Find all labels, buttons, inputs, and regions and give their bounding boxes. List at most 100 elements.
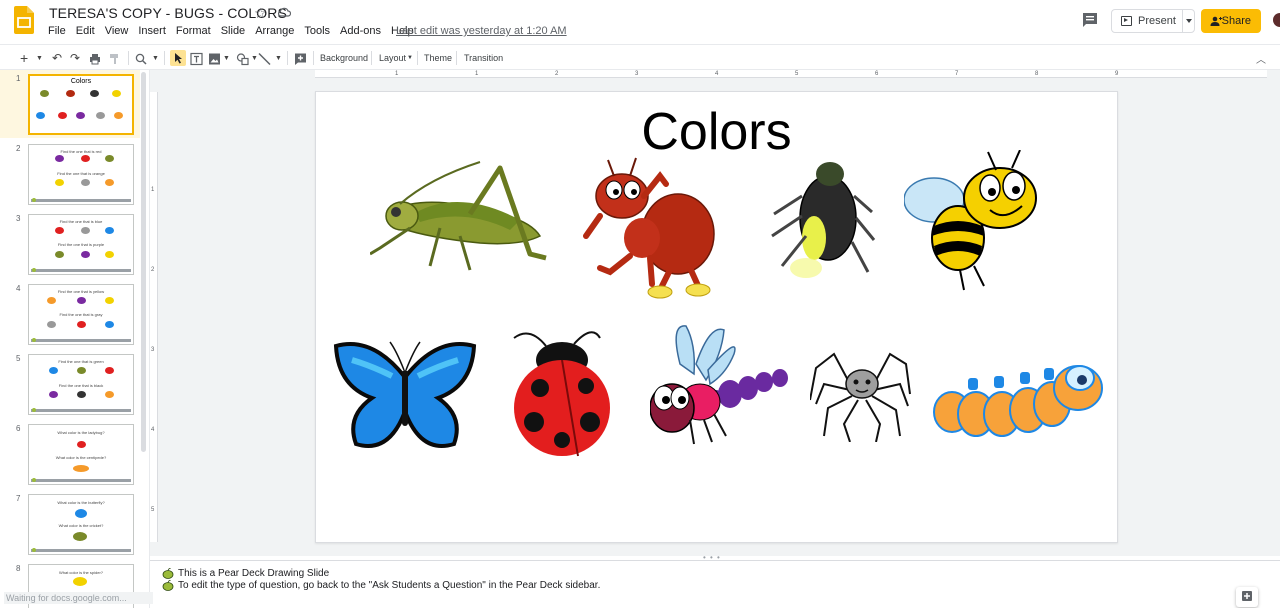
menu-file[interactable]: File bbox=[48, 25, 66, 37]
last-edit-link[interactable]: Last edit was yesterday at 1:20 AM bbox=[396, 25, 567, 37]
butterfly-image[interactable] bbox=[332, 336, 478, 460]
menu-tools[interactable]: Tools bbox=[304, 25, 330, 37]
transition-button[interactable]: Transition bbox=[464, 50, 503, 66]
thumb-bug bbox=[81, 155, 90, 162]
ruler-tick: 2 bbox=[151, 267, 155, 273]
zoom-icon[interactable] bbox=[135, 51, 147, 67]
slide-thumbnail-2[interactable]: Find the one that is red Find the one th… bbox=[28, 144, 134, 205]
ant-image[interactable] bbox=[580, 156, 720, 302]
thumb-bug bbox=[105, 251, 114, 258]
pear-deck-icon bbox=[162, 580, 174, 591]
star-icon[interactable]: ☆ bbox=[254, 5, 267, 22]
thumb-title: What color is the butterfly? bbox=[57, 500, 105, 505]
menu-arrange[interactable]: Arrange bbox=[255, 25, 294, 37]
add-comment-icon[interactable] bbox=[294, 51, 307, 67]
menu-edit[interactable]: Edit bbox=[76, 25, 95, 37]
thumb-bug bbox=[73, 465, 89, 472]
slide-number: 5 bbox=[16, 354, 21, 363]
collapse-chevron-up-icon[interactable]: ︿ bbox=[1256, 51, 1266, 66]
insert-image-icon[interactable] bbox=[208, 51, 221, 67]
shape-icon[interactable] bbox=[236, 51, 249, 67]
caterpillar-image[interactable] bbox=[932, 352, 1106, 448]
present-button[interactable]: Present bbox=[1111, 9, 1195, 33]
document-title[interactable]: TERESA'S COPY - BUGS - COLORS bbox=[49, 5, 287, 21]
thumb-bug bbox=[96, 112, 105, 119]
undo-icon[interactable]: ↶ bbox=[52, 50, 62, 66]
pear-deck-icon bbox=[32, 478, 36, 482]
menu-format[interactable]: Format bbox=[176, 25, 211, 37]
thumb-bug bbox=[58, 112, 67, 119]
thumb-bug bbox=[47, 321, 56, 328]
thumb-title: What color is the ladybug? bbox=[57, 430, 105, 435]
thumb-bug bbox=[105, 155, 114, 162]
thumb-bug bbox=[73, 532, 87, 541]
slide-thumbnail-4[interactable]: Find the one that is yellow Find the one… bbox=[28, 284, 134, 345]
slide-thumbnail-5[interactable]: Find the one that is green Find the one … bbox=[28, 354, 134, 415]
ruler-tick: 5 bbox=[151, 507, 155, 513]
present-dropdown-icon[interactable] bbox=[1186, 19, 1192, 23]
slide-thumbnail-3[interactable]: Find the one that is blue Find the one t… bbox=[28, 214, 134, 275]
explore-icon bbox=[1242, 591, 1252, 601]
redo-icon[interactable]: ↷ bbox=[70, 50, 80, 66]
grasshopper-image[interactable] bbox=[370, 158, 556, 274]
thumb-subtitle: What color is the centipede? bbox=[55, 455, 107, 460]
thumb-bug bbox=[55, 227, 64, 234]
thumb-title: Colors bbox=[70, 78, 92, 85]
user-avatar[interactable] bbox=[1273, 13, 1280, 27]
slide-filmstrip: 1 Colors 2 Find the one that is red Find… bbox=[0, 70, 150, 608]
theme-button[interactable]: Theme bbox=[424, 50, 452, 66]
layout-label: Layout bbox=[379, 53, 407, 63]
thumb-bug bbox=[112, 90, 121, 97]
pear-deck-icon bbox=[162, 568, 174, 579]
ruler-tick: 3 bbox=[635, 71, 639, 77]
thumb-bug bbox=[55, 251, 64, 258]
thumb-pear-deck-bar bbox=[31, 409, 131, 412]
new-slide-dropdown-icon[interactable]: ▼ bbox=[36, 50, 43, 66]
line-icon[interactable] bbox=[258, 51, 271, 67]
slides-logo-icon[interactable] bbox=[14, 6, 34, 34]
menu-view[interactable]: View bbox=[105, 25, 129, 37]
image-dropdown-icon[interactable]: ▼ bbox=[223, 50, 230, 66]
slide-thumbnail-7[interactable]: What color is the butterfly? What color … bbox=[28, 494, 134, 555]
text-box-icon[interactable] bbox=[190, 51, 203, 67]
thumb-bug bbox=[105, 297, 114, 304]
thumb-bug bbox=[73, 577, 87, 586]
bee-image[interactable] bbox=[904, 150, 1044, 294]
menu-insert[interactable]: Insert bbox=[138, 25, 166, 37]
thumb-bug bbox=[81, 251, 90, 258]
thumb-bug bbox=[55, 179, 64, 186]
menu-slide[interactable]: Slide bbox=[221, 25, 245, 37]
ruler-tick: 5 bbox=[795, 71, 799, 77]
spider-image[interactable] bbox=[810, 344, 914, 442]
layout-dropdown-icon: ▼ bbox=[407, 55, 413, 61]
slide-thumbnail-1[interactable]: Colors bbox=[28, 74, 134, 135]
ruler-tick: 1 bbox=[475, 71, 479, 77]
ladybug-image[interactable] bbox=[510, 322, 616, 458]
current-slide[interactable]: Colors bbox=[315, 91, 1118, 543]
share-button[interactable]: Share bbox=[1201, 9, 1261, 33]
filmstrip-scrollbar[interactable] bbox=[141, 72, 146, 452]
dragonfly-image[interactable] bbox=[650, 324, 792, 454]
firefly-image[interactable] bbox=[768, 156, 878, 286]
speaker-notes[interactable]: This is a Pear Deck Drawing Slide To edi… bbox=[150, 560, 1280, 608]
select-cursor-icon[interactable] bbox=[170, 50, 186, 66]
comment-history-icon[interactable] bbox=[1080, 10, 1100, 30]
thumb-bug bbox=[77, 367, 86, 374]
menu-addons[interactable]: Add-ons bbox=[340, 25, 381, 37]
print-icon[interactable] bbox=[89, 51, 101, 67]
thumb-title: Find the one that is blue bbox=[59, 219, 103, 224]
new-slide-icon[interactable]: + bbox=[20, 50, 28, 66]
app-header: TERESA'S COPY - BUGS - COLORS ☆ File Edi… bbox=[0, 0, 1280, 44]
thumb-bug bbox=[105, 367, 114, 374]
slide-thumbnail-6[interactable]: What color is the ladybug? What color is… bbox=[28, 424, 134, 485]
thumb-pear-deck-bar bbox=[31, 269, 131, 272]
explore-button[interactable] bbox=[1236, 587, 1258, 607]
paint-format-icon[interactable] bbox=[109, 51, 121, 67]
zoom-dropdown-icon[interactable]: ▼ bbox=[152, 50, 159, 66]
shape-dropdown-icon[interactable]: ▼ bbox=[251, 50, 258, 66]
slide-number: 2 bbox=[16, 144, 21, 153]
line-dropdown-icon[interactable]: ▼ bbox=[275, 50, 282, 66]
layout-button[interactable]: Layout ▼ bbox=[379, 50, 413, 66]
cloud-status-icon[interactable] bbox=[277, 6, 291, 18]
background-button[interactable]: Background bbox=[320, 50, 368, 66]
